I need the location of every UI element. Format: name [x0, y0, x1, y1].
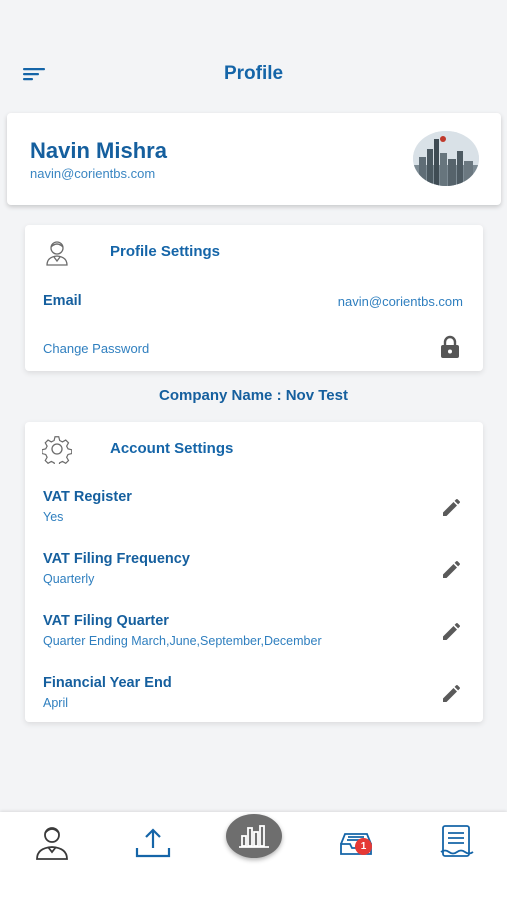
user-name: Navin Mishra — [30, 138, 167, 163]
vat-filing-quarter-value: Quarter Ending March,June,September,Dece… — [43, 634, 322, 648]
edit-vat-filing-quarter-icon[interactable] — [439, 618, 465, 644]
account-settings-title: Account Settings — [110, 440, 234, 457]
profile-card: Navin Mishra navin@corientbs.com — [7, 113, 501, 205]
nav-dashboard-button[interactable] — [226, 814, 282, 858]
account-settings-card: Account Settings VAT Register Yes VAT Fi… — [25, 422, 483, 722]
edit-vat-filing-frequency-icon[interactable] — [439, 556, 465, 582]
company-name: Company Name : Nov Test — [159, 387, 348, 404]
page-title: Profile — [223, 63, 284, 84]
gear-icon — [41, 434, 73, 468]
user-email: navin@corientbs.com — [30, 166, 156, 181]
nav-profile-icon[interactable] — [32, 822, 72, 862]
notification-badge: 1 — [355, 838, 372, 855]
avatar[interactable] — [413, 131, 479, 186]
financial-year-end-label: Financial Year End — [43, 675, 172, 691]
nav-upload-icon[interactable] — [133, 822, 173, 862]
vat-register-label: VAT Register — [43, 489, 132, 505]
vat-filing-frequency-label: VAT Filing Frequency — [43, 551, 190, 567]
vat-filing-quarter-label: VAT Filing Quarter — [43, 613, 169, 629]
app-header: Profile — [0, 0, 507, 110]
edit-vat-register-icon[interactable] — [439, 494, 465, 520]
email-label: Email — [43, 293, 82, 309]
profile-settings-card: Profile Settings Email navin@corientbs.c… — [25, 225, 483, 371]
bottom-nav: 1 — [0, 812, 507, 900]
profile-settings-title: Profile Settings — [110, 243, 221, 260]
email-value: navin@corientbs.com — [337, 294, 463, 309]
vat-filing-frequency-value: Quarterly — [43, 572, 95, 586]
lock-icon[interactable] — [439, 335, 461, 359]
user-icon — [42, 238, 72, 268]
nav-documents-icon[interactable] — [437, 822, 477, 862]
vat-register-value: Yes — [43, 510, 64, 524]
change-password-link[interactable]: Change Password — [43, 341, 149, 356]
financial-year-end-value: April — [43, 696, 69, 710]
edit-financial-year-end-icon[interactable] — [439, 680, 465, 706]
